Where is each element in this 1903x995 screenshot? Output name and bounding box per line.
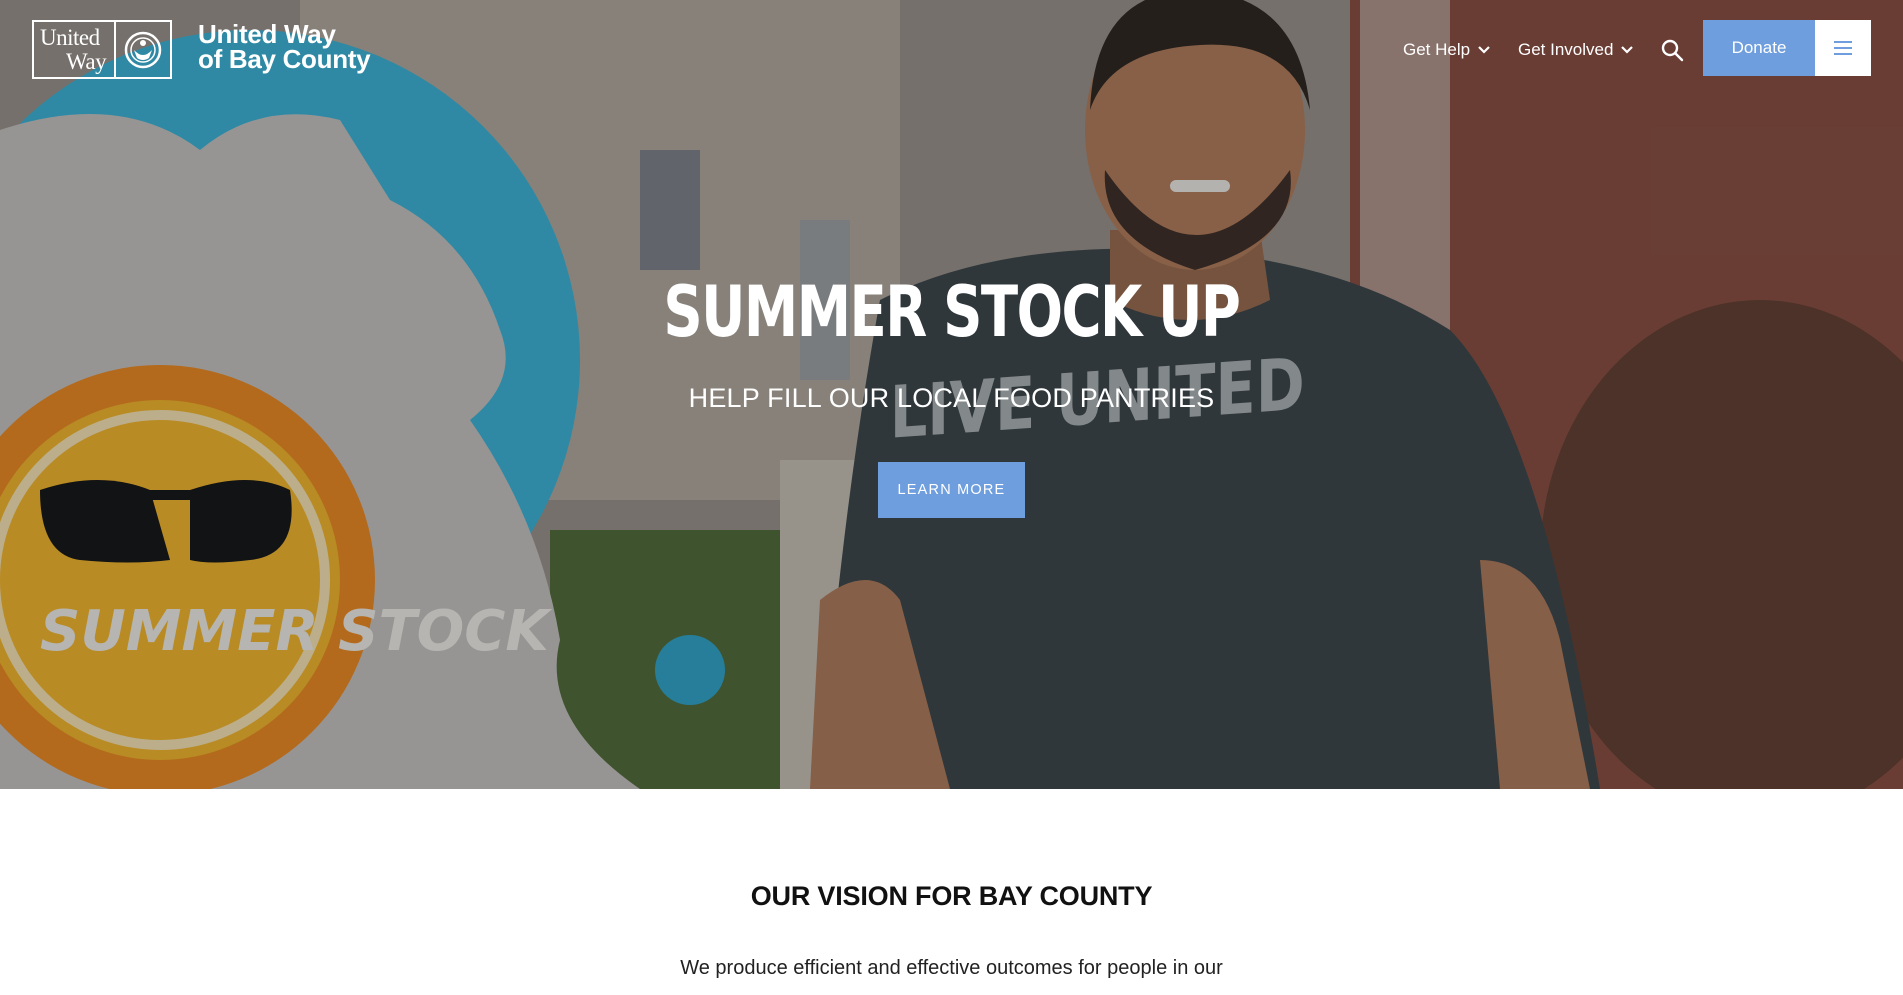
organization-name[interactable]: United Way of Bay County <box>198 21 371 74</box>
nav-get-involved-label: Get Involved <box>1518 40 1614 59</box>
hamburger-menu-icon <box>1834 41 1852 55</box>
search-icon <box>1661 39 1684 62</box>
nav-get-help[interactable]: Get Help <box>1403 40 1490 60</box>
logo-line-1: United <box>40 25 100 50</box>
site-header: United Way United Way of Bay County Get … <box>0 0 1903 100</box>
org-name-line-2: of Bay County <box>198 44 371 74</box>
logo-line-2: Way <box>66 49 107 74</box>
learn-more-button[interactable]: LEARN MORE <box>878 462 1025 518</box>
menu-button[interactable] <box>1815 20 1871 76</box>
nav-get-involved[interactable]: Get Involved <box>1518 40 1634 60</box>
search-button[interactable] <box>1660 38 1684 67</box>
chevron-down-icon <box>1621 46 1634 54</box>
hero-subtitle: HELP FILL OUR LOCAL FOOD PANTRIES <box>688 383 1215 413</box>
vision-heading: OUR VISION FOR BAY COUNTY <box>750 881 1153 911</box>
hero-banner: LIVE UNITED SUMMER STOCK SUMMER STOCK UP… <box>0 0 1903 789</box>
united-way-logo[interactable]: United Way <box>32 20 172 79</box>
donate-button[interactable]: Donate <box>1703 20 1815 76</box>
nav-get-help-label: Get Help <box>1403 40 1471 59</box>
hero-title: SUMMER STOCK UP <box>663 271 1241 353</box>
chevron-down-icon <box>1478 46 1490 54</box>
logo-wordmark: United Way <box>34 22 116 77</box>
logo-emblem-icon <box>116 22 170 77</box>
vision-text: We produce efficient and effective outco… <box>680 957 1223 979</box>
